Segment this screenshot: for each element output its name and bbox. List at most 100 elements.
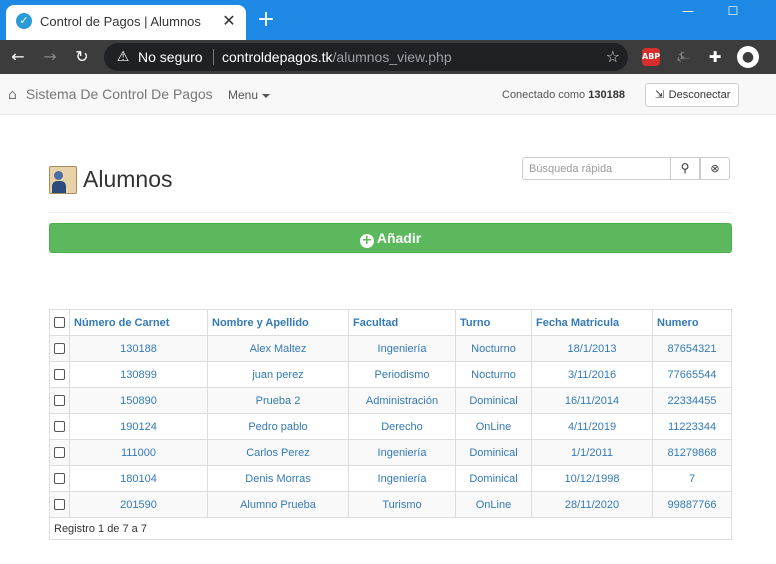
cell-facultad[interactable]: Ingeniería: [348, 465, 456, 492]
table-row[interactable]: 180104 Denis Morras Ingeniería Dominical 10/…: [49, 465, 732, 492]
cell-nombre[interactable]: Alex Maltez: [207, 335, 349, 362]
cell-fecha[interactable]: 4/11/2019: [531, 413, 653, 440]
cell-facultad[interactable]: Administración: [348, 387, 456, 414]
connected-label: Conectado como: [502, 89, 586, 101]
cell-fecha[interactable]: 10/12/1998: [531, 465, 653, 492]
search-icon[interactable]: ⚲: [670, 157, 700, 180]
cell-turno[interactable]: Dominical: [455, 387, 532, 414]
extensions-puzzle-icon[interactable]: ✚: [706, 48, 724, 66]
cell-numero[interactable]: 7: [652, 465, 732, 492]
cell-carnet[interactable]: 150890: [69, 387, 208, 414]
table-row[interactable]: 111000 Carlos Perez Ingeniería Dominical 1/1…: [49, 439, 732, 466]
cell-numero[interactable]: 11223344: [652, 413, 732, 440]
table-row[interactable]: 201590 Alumno Prueba Turismo OnLine 28/11/20…: [49, 491, 732, 518]
search-input[interactable]: [522, 157, 671, 180]
table-row[interactable]: 130899 juan perez Periodismo Nocturno 3/11/2…: [49, 361, 732, 388]
col-fecha[interactable]: Fecha Matricula: [531, 309, 653, 336]
cell-fecha[interactable]: 1/1/2011: [531, 439, 653, 466]
cell-fecha[interactable]: 18/1/2013: [531, 335, 653, 362]
minimize-icon[interactable]: —: [676, 2, 700, 20]
row-checkbox[interactable]: [54, 395, 65, 407]
address-separator: [213, 49, 214, 65]
cell-fecha[interactable]: 28/11/2020: [531, 491, 653, 518]
table-row[interactable]: 190124 Pedro pablo Derecho OnLine 4/11/2019 1…: [49, 413, 732, 440]
cell-carnet[interactable]: 111000: [69, 439, 208, 466]
cell-facultad[interactable]: Ingeniería: [348, 439, 456, 466]
address-bar[interactable]: ⚠ No seguro controldepagos.tk/alumnos_vi…: [104, 43, 628, 71]
col-numero[interactable]: Numero: [652, 309, 732, 336]
cell-nombre[interactable]: Prueba 2: [207, 387, 349, 414]
cell-nombre[interactable]: Alumno Prueba: [207, 491, 349, 518]
cell-numero[interactable]: 99887766: [652, 491, 732, 518]
tab-close-icon[interactable]: ✕: [219, 11, 239, 31]
browser-tab[interactable]: ✓ Control de Pagos | Alumnos ✕: [6, 5, 246, 40]
cell-numero[interactable]: 81279868: [652, 439, 732, 466]
cell-facultad[interactable]: Derecho: [348, 413, 456, 440]
cell-facultad[interactable]: Ingeniería: [348, 335, 456, 362]
cell-facultad[interactable]: Turismo: [348, 491, 456, 518]
row-checkbox[interactable]: [54, 499, 65, 511]
cell-turno[interactable]: Nocturno: [455, 335, 532, 362]
select-all-checkbox[interactable]: [54, 317, 65, 329]
plus-circle-icon: +: [359, 233, 374, 248]
cell-nombre[interactable]: Carlos Perez: [207, 439, 349, 466]
favicon-check-icon: ✓: [16, 13, 32, 29]
forward-icon[interactable]: →: [38, 45, 62, 69]
row-checkbox[interactable]: [54, 473, 65, 485]
table-header-row: Número de Carnet Nombre y Apellido Facul…: [49, 309, 732, 336]
row-checkbox[interactable]: [54, 369, 65, 381]
warning-icon[interactable]: ⚠: [114, 48, 132, 66]
cell-carnet[interactable]: 180104: [69, 465, 208, 492]
col-nombre[interactable]: Nombre y Apellido: [207, 309, 349, 336]
row-select-cell: [49, 387, 70, 414]
brand-link[interactable]: ⌂ Sistema De Control De Pagos: [8, 86, 213, 103]
row-checkbox[interactable]: [54, 343, 65, 355]
back-icon[interactable]: ←: [6, 45, 30, 69]
menu-dropdown[interactable]: Menu: [228, 88, 271, 102]
cell-turno[interactable]: OnLine: [455, 491, 532, 518]
cell-numero[interactable]: 87654321: [652, 335, 732, 362]
col-carnet[interactable]: Número de Carnet: [69, 309, 208, 336]
new-tab-icon[interactable]: +: [254, 8, 278, 32]
cell-carnet[interactable]: 201590: [69, 491, 208, 518]
table-footer-row: Registro 1 de 7 a 7: [49, 517, 732, 540]
security-label[interactable]: No seguro: [138, 49, 203, 65]
url-text[interactable]: controldepagos.tk/alumnos_view.php: [222, 49, 452, 65]
cell-carnet[interactable]: 130188: [69, 335, 208, 362]
adblock-extension-icon[interactable]: ABP: [642, 48, 660, 66]
clear-search-icon[interactable]: ⊗: [700, 157, 730, 180]
logout-icon: ⇲: [654, 88, 665, 101]
col-turno[interactable]: Turno: [455, 309, 532, 336]
cell-numero[interactable]: 77665544: [652, 361, 732, 388]
row-checkbox[interactable]: [54, 421, 65, 433]
cell-nombre[interactable]: Pedro pablo: [207, 413, 349, 440]
reload-icon[interactable]: ↻: [70, 45, 94, 69]
cell-fecha[interactable]: 16/11/2014: [531, 387, 653, 414]
profile-avatar-icon[interactable]: ●: [737, 46, 759, 68]
cell-turno[interactable]: Dominical: [455, 439, 532, 466]
bookmark-star-icon[interactable]: ☆: [606, 47, 620, 66]
logout-button[interactable]: ⇲ Desconectar: [645, 83, 739, 107]
cell-nombre[interactable]: Denis Morras: [207, 465, 349, 492]
cell-carnet[interactable]: 130899: [69, 361, 208, 388]
cell-fecha[interactable]: 3/11/2016: [531, 361, 653, 388]
extension-icon[interactable]: ⍼: [674, 48, 692, 66]
app-navbar: ⌂ Sistema De Control De Pagos Menu Conec…: [0, 74, 776, 115]
table-row[interactable]: 130188 Alex Maltez Ingeniería Nocturno 18/1/…: [49, 335, 732, 362]
maximize-icon[interactable]: ☐: [721, 2, 745, 20]
cell-turno[interactable]: Nocturno: [455, 361, 532, 388]
cell-facultad[interactable]: Periodismo: [348, 361, 456, 388]
col-facultad[interactable]: Facultad: [348, 309, 456, 336]
cell-turno[interactable]: Dominical: [455, 465, 532, 492]
row-checkbox[interactable]: [54, 447, 65, 459]
cell-numero[interactable]: 22334455: [652, 387, 732, 414]
cell-carnet[interactable]: 190124: [69, 413, 208, 440]
connected-user: 130188: [588, 89, 625, 101]
add-label: Añadir: [376, 230, 422, 246]
cell-nombre[interactable]: juan perez: [207, 361, 349, 388]
table-row[interactable]: 150890 Prueba 2 Administración Dominical 16/…: [49, 387, 732, 414]
row-select-cell: [49, 465, 70, 492]
cell-turno[interactable]: OnLine: [455, 413, 532, 440]
page-title: Alumnos: [83, 166, 173, 192]
add-button[interactable]: + Añadir: [49, 223, 732, 253]
